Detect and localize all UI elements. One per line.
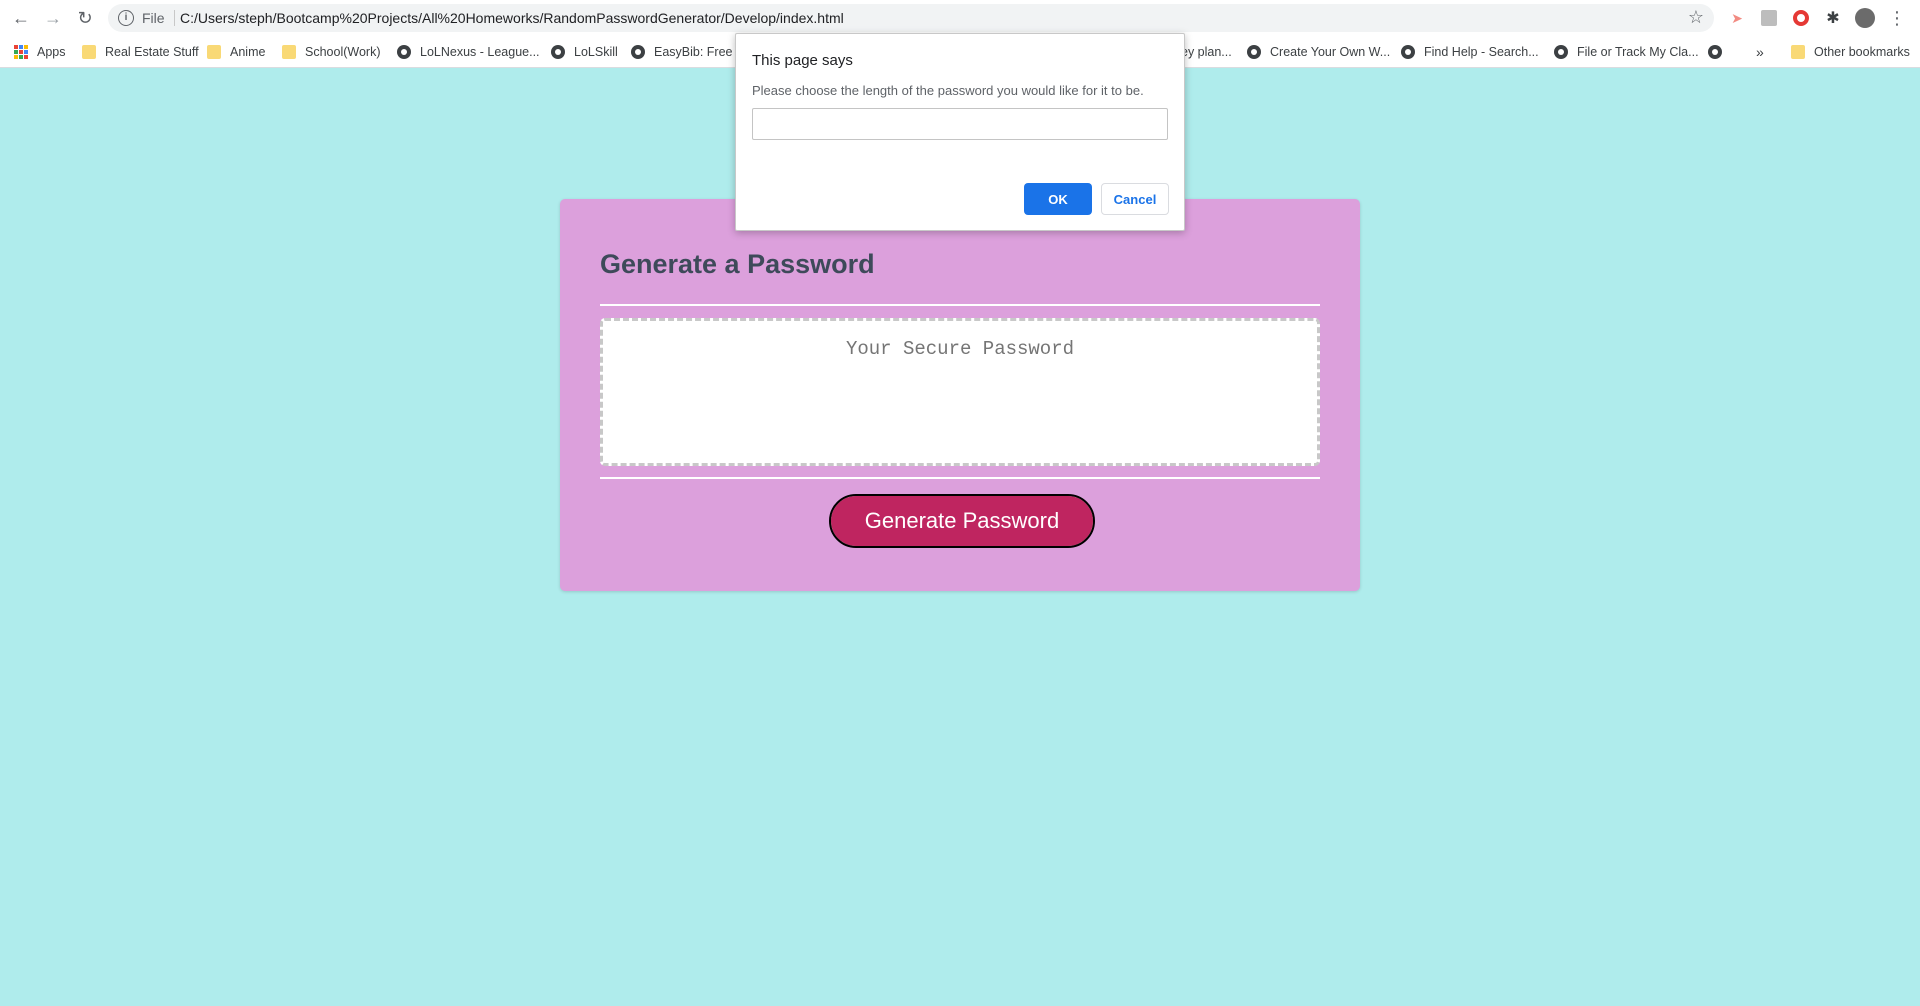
bookmark-label: File or Track My Cla... [1577, 45, 1699, 59]
globe-icon [631, 45, 645, 59]
generate-password-button[interactable]: Generate Password [829, 494, 1095, 548]
back-arrow-icon[interactable]: ← [9, 6, 33, 30]
bookmark-folder-real-estate[interactable]: Real Estate Stuff [82, 42, 199, 62]
bookmark-create-your-own[interactable]: Create Your Own W... [1247, 42, 1390, 62]
reload-icon[interactable]: ↻ [73, 6, 97, 30]
dialog-title: This page says [752, 52, 853, 69]
divider-top [600, 304, 1320, 306]
bookmark-folder-anime[interactable]: Anime [207, 42, 265, 62]
puzzle-extensions-icon[interactable]: ✱ [1823, 8, 1843, 28]
bookmark-label: Other bookmarks [1814, 45, 1910, 59]
bookmark-label: Apps [37, 45, 66, 59]
folder-icon [207, 45, 221, 59]
bookmark-other-bookmarks[interactable]: Other bookmarks [1791, 42, 1910, 62]
globe-icon [1401, 45, 1415, 59]
browser-toolbar: ← → ↻ i File C:/Users/steph/Bootcamp%20P… [0, 0, 1920, 36]
globe-icon [397, 45, 411, 59]
bookmark-label: Create Your Own W... [1270, 45, 1391, 59]
omnibox-divider [174, 10, 175, 26]
extension-opera-icon[interactable] [1791, 8, 1811, 28]
forward-arrow-icon[interactable]: → [41, 6, 65, 30]
password-textarea[interactable]: Your Secure Password [600, 318, 1320, 466]
folder-icon [82, 45, 96, 59]
url-scheme-label: File [142, 10, 165, 26]
extension-cast-icon[interactable]: ➤ [1727, 8, 1747, 28]
cancel-button[interactable]: Cancel [1101, 183, 1169, 215]
bookmark-label: Anime [230, 45, 266, 59]
bookmark-easybib[interactable]: EasyBib: Free Bi [631, 42, 747, 62]
bookmark-label: ey plan... [1181, 45, 1232, 59]
ok-button[interactable]: OK [1024, 183, 1092, 215]
profile-avatar-icon[interactable] [1855, 8, 1875, 28]
folder-icon [282, 45, 296, 59]
info-icon[interactable]: i [118, 10, 134, 26]
bookmark-plan[interactable]: ey plan... [1181, 42, 1232, 62]
bookmark-label: LoLNexus - League... [420, 45, 540, 59]
bookmark-lolnexus[interactable]: LoLNexus - League... [397, 42, 540, 62]
bookmark-label: EasyBib: Free Bi [654, 45, 748, 59]
bookmark-lolskill[interactable]: LoLSkill [551, 42, 618, 62]
address-bar[interactable]: i File C:/Users/steph/Bootcamp%20Project… [108, 4, 1714, 32]
bookmarks-overflow-chevron-icon[interactable]: » [1756, 42, 1764, 62]
bookmark-apps[interactable]: Apps [14, 42, 66, 62]
dialog-message: Please choose the length of the password… [752, 83, 1144, 98]
password-placeholder: Your Secure Password [845, 338, 1075, 360]
globe-icon [1554, 45, 1568, 59]
dialog-length-input[interactable] [752, 108, 1168, 140]
divider-bottom [600, 477, 1320, 479]
bookmark-folder-school[interactable]: School(Work) [282, 42, 380, 62]
globe-icon [1708, 45, 1722, 59]
bookmark-star-icon[interactable]: ☆ [1688, 7, 1704, 28]
bookmark-label: Real Estate Stuff [105, 45, 199, 59]
bookmark-label: LoLSkill [574, 45, 618, 59]
password-generator-card: Generate a Password Your Secure Password… [560, 199, 1360, 591]
globe-icon [551, 45, 565, 59]
bookmark-label: School(Work) [305, 45, 381, 59]
bookmark-file-or-track[interactable]: File or Track My Cla... [1554, 42, 1699, 62]
folder-icon [1791, 45, 1805, 59]
extension-grey-icon[interactable] [1759, 8, 1779, 28]
url-text[interactable]: C:/Users/steph/Bootcamp%20Projects/All%2… [180, 10, 844, 26]
page-title: Generate a Password [600, 249, 875, 279]
globe-icon [1247, 45, 1261, 59]
menu-kebab-icon[interactable]: ⋮ [1887, 8, 1907, 28]
bookmark-label: Find Help - Search... [1424, 45, 1539, 59]
bookmark-find-help[interactable]: Find Help - Search... [1401, 42, 1539, 62]
apps-grid-icon [14, 45, 28, 59]
prompt-dialog: This page says Please choose the length … [735, 33, 1185, 231]
bookmark-untitled[interactable] [1708, 42, 1731, 62]
